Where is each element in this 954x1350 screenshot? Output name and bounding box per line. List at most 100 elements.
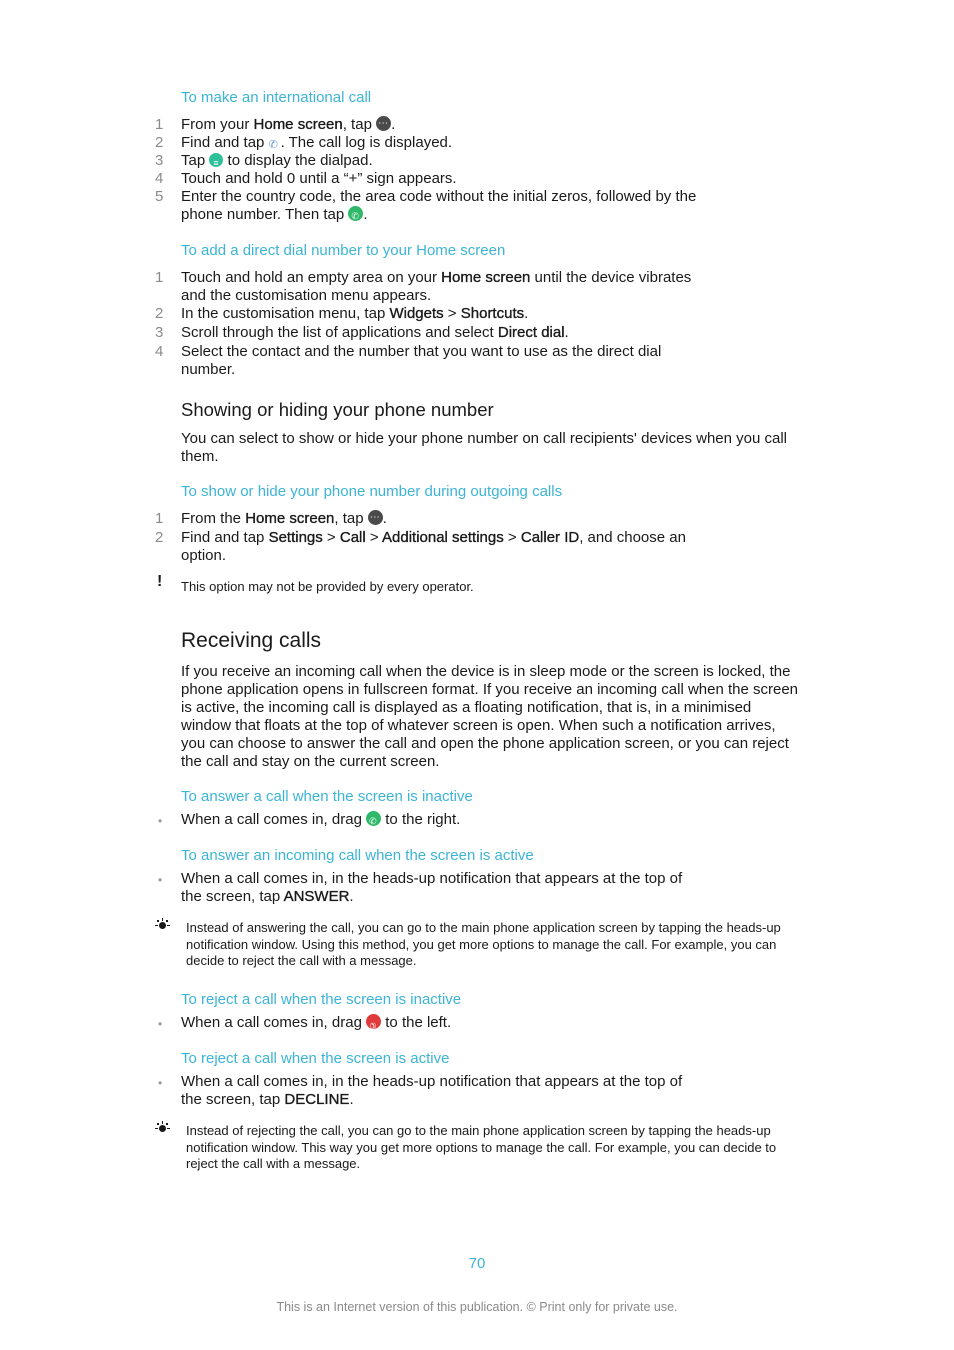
- text: Touch and hold an empty area on your: [181, 269, 442, 286]
- ui-term: Direct dial: [497, 324, 565, 341]
- step-text: Select the contact and the number that y…: [181, 343, 661, 379]
- bullet: •: [158, 1017, 163, 1031]
- footer-notice: This is an Internet version of this publ…: [276, 1300, 678, 1314]
- tip-note: Instead of rejecting the call, you can g…: [186, 1123, 777, 1171]
- step-text: In the customisation menu, tap Widgets >…: [181, 305, 528, 323]
- step-text: Touch and hold 0 until a “+” sign appear…: [181, 170, 457, 187]
- text: .: [382, 510, 387, 527]
- intro-paragraph: If you receive an incoming call when the…: [181, 663, 799, 770]
- subheading-international-call: To make an international call: [181, 89, 372, 106]
- text: until the device vibrates: [530, 269, 692, 286]
- text: .: [349, 1091, 354, 1108]
- text: Tap: [181, 152, 210, 169]
- step-text: From your Home screen, tap .: [181, 115, 396, 134]
- manual-page: To make an international call 1 From you…: [0, 0, 954, 1350]
- tip-icon: [155, 1121, 170, 1135]
- text: to the right.: [381, 811, 461, 828]
- step-number: 3: [155, 152, 164, 169]
- subheading-reject-inactive: To reject a call when the screen is inac…: [181, 991, 462, 1008]
- step-text: Find and tap Settings > Call > Additiona…: [181, 529, 686, 565]
- bullet: •: [158, 873, 163, 887]
- ui-term: Home screen: [441, 269, 531, 286]
- dialpad-icon: [209, 153, 224, 172]
- text: . The call log is displayed.: [280, 134, 453, 151]
- text: .: [524, 305, 529, 322]
- text: When a call comes in, in the heads-up no…: [181, 870, 683, 887]
- text: Select the contact and the number that y…: [181, 343, 662, 360]
- step-number: 1: [155, 116, 164, 133]
- text: .: [349, 888, 354, 905]
- text: and the customisation menu appears.: [181, 287, 432, 304]
- text: In the customisation menu, tap: [181, 305, 390, 322]
- subheading-reject-active: To reject a call when the screen is acti…: [181, 1050, 450, 1067]
- text: number.: [181, 361, 236, 378]
- text: to the left.: [381, 1014, 452, 1031]
- step-number: 2: [155, 305, 164, 322]
- text: From the: [181, 510, 246, 527]
- text: Find and tap: [181, 529, 269, 546]
- text: >: [365, 529, 382, 546]
- step-number: 3: [155, 324, 164, 341]
- page-number: 70: [468, 1255, 486, 1272]
- subheading-answer-active: To answer an incoming call when the scre…: [181, 847, 534, 864]
- step-number: 4: [155, 170, 164, 187]
- step-number: 1: [155, 269, 164, 286]
- bullet-text: When a call comes in, in the heads-up no…: [181, 1073, 682, 1109]
- bullet-text: When a call comes in, in the heads-up no…: [181, 870, 682, 906]
- text: the screen, tap: [181, 888, 284, 905]
- ui-term: Shortcuts: [460, 305, 525, 322]
- step-number: 1: [155, 510, 164, 527]
- ui-term: Call: [339, 529, 366, 546]
- text: , tap: [342, 116, 377, 133]
- text: option.: [181, 547, 227, 564]
- ui-term: Widgets: [389, 305, 444, 322]
- ui-term: Settings: [268, 529, 323, 546]
- text: .: [564, 324, 569, 341]
- text: the screen, tap: [181, 1091, 285, 1108]
- text: Enter the country code, the area code wi…: [181, 188, 697, 205]
- text: to display the dialpad.: [223, 152, 373, 169]
- text: When a call comes in, drag: [181, 811, 367, 828]
- step-number: 4: [155, 343, 164, 360]
- step-number: 5: [155, 188, 164, 205]
- warning-icon: !: [157, 573, 163, 590]
- section-title-show-hide: Showing or hiding your phone number: [181, 399, 494, 420]
- text: >: [503, 529, 521, 546]
- step-text: From the Home screen, tap .: [181, 509, 387, 528]
- step-text: Tap to display the dialpad.: [181, 152, 373, 172]
- apps-icon: [367, 509, 383, 527]
- step-number: 2: [155, 134, 164, 151]
- intro-paragraph: You can select to show or hide your phon…: [181, 430, 787, 465]
- ui-term: Additional settings: [382, 529, 504, 546]
- tip-icon: [155, 918, 170, 932]
- text: Find and tap: [181, 134, 269, 151]
- text: Scroll through the list of applications …: [181, 324, 498, 341]
- step-number: 2: [155, 529, 164, 546]
- text: When a call comes in, in the heads-up no…: [181, 1073, 683, 1090]
- call-log-icon: [269, 136, 281, 154]
- reject-call-icon: [366, 1014, 382, 1029]
- ui-term: Home screen: [245, 510, 335, 527]
- warning-note: This option may not be provided by every…: [181, 579, 474, 594]
- step-text: Enter the country code, the area code wi…: [181, 188, 697, 225]
- tip-note: Instead of answering the call, you can g…: [186, 920, 781, 968]
- text: , and choose an: [579, 529, 686, 546]
- bullet-text: When a call comes in, drag to the left.: [181, 1014, 451, 1032]
- bullet: •: [158, 814, 163, 828]
- ui-term: Caller ID: [520, 529, 580, 546]
- subheading-show-hide: To show or hide your phone number during…: [181, 483, 563, 500]
- ui-term: ANSWER: [283, 888, 350, 905]
- apps-icon: [376, 115, 392, 133]
- answer-call-icon: [366, 811, 382, 830]
- text: When a call comes in, drag: [181, 1014, 367, 1031]
- bullet: •: [158, 1076, 163, 1090]
- text: From your: [181, 116, 254, 133]
- text: >: [322, 529, 340, 546]
- text: .: [391, 116, 396, 133]
- text: , tap: [334, 510, 368, 527]
- section-title-receiving-calls: Receiving calls: [181, 629, 322, 652]
- step-text: Scroll through the list of applications …: [181, 324, 569, 342]
- text: phone number. Then tap: [181, 206, 349, 223]
- text: .: [363, 206, 368, 223]
- ui-term: Home screen: [253, 116, 343, 133]
